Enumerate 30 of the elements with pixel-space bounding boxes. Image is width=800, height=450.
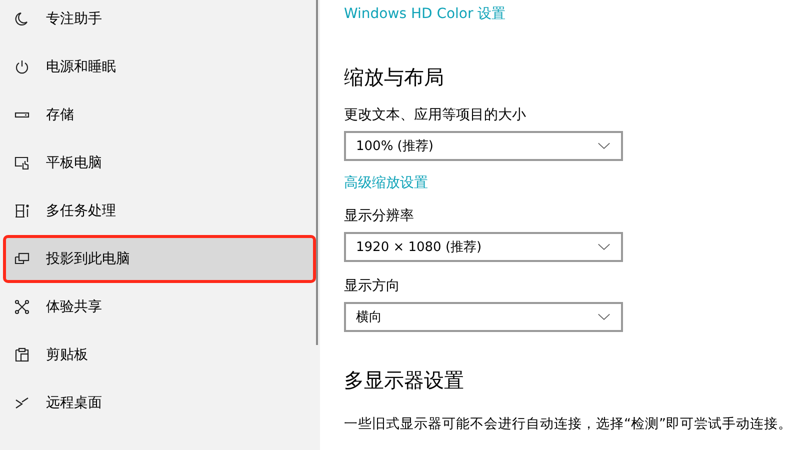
field-label: 显示方向 [344, 277, 400, 296]
chevron-down-icon [597, 142, 611, 150]
sidebar-item[interactable]: 专注助手 [0, 0, 316, 43]
field-label: 显示分辨率 [344, 207, 414, 226]
sidebar-item[interactable]: 剪贴板 [0, 331, 316, 379]
monitor-icon [14, 251, 30, 267]
sidebar-item[interactable]: 多任务处理 [0, 187, 316, 235]
moon-icon [14, 11, 30, 27]
power-icon [14, 59, 30, 75]
remote-icon [14, 395, 30, 411]
clipboard-icon [14, 347, 30, 363]
sidebar-item[interactable]: 远程桌面 [0, 379, 316, 427]
sidebar-item[interactable]: 投影到此电脑 [3, 235, 316, 283]
sidebar-item[interactable]: 体验共享 [0, 283, 316, 331]
dropdown[interactable]: 100% (推荐) [344, 131, 623, 161]
scrollbar[interactable] [316, 0, 318, 345]
dropdown[interactable]: 1920 × 1080 (推荐) [344, 232, 623, 262]
section-heading: 多显示器设置 [344, 367, 464, 394]
sidebar-item[interactable]: 存储 [0, 91, 316, 139]
sidebar-item[interactable]: 电源和睡眠 [0, 43, 316, 91]
chevron-down-icon [597, 313, 611, 321]
section-heading: 缩放与布局 [344, 64, 444, 91]
sidebar-item[interactable]: 平板电脑 [0, 139, 316, 187]
field-label: 更改文本、应用等项目的大小 [344, 106, 526, 125]
chevron-down-icon [597, 243, 611, 251]
multitask-icon [14, 203, 30, 219]
dropdown[interactable]: 横向 [344, 302, 623, 332]
tablet-icon [14, 155, 30, 171]
description-text: 一些旧式显示器可能不会进行自动连接，选择“检测”即可尝试手动连接。 [344, 415, 792, 433]
share-icon [14, 299, 30, 315]
